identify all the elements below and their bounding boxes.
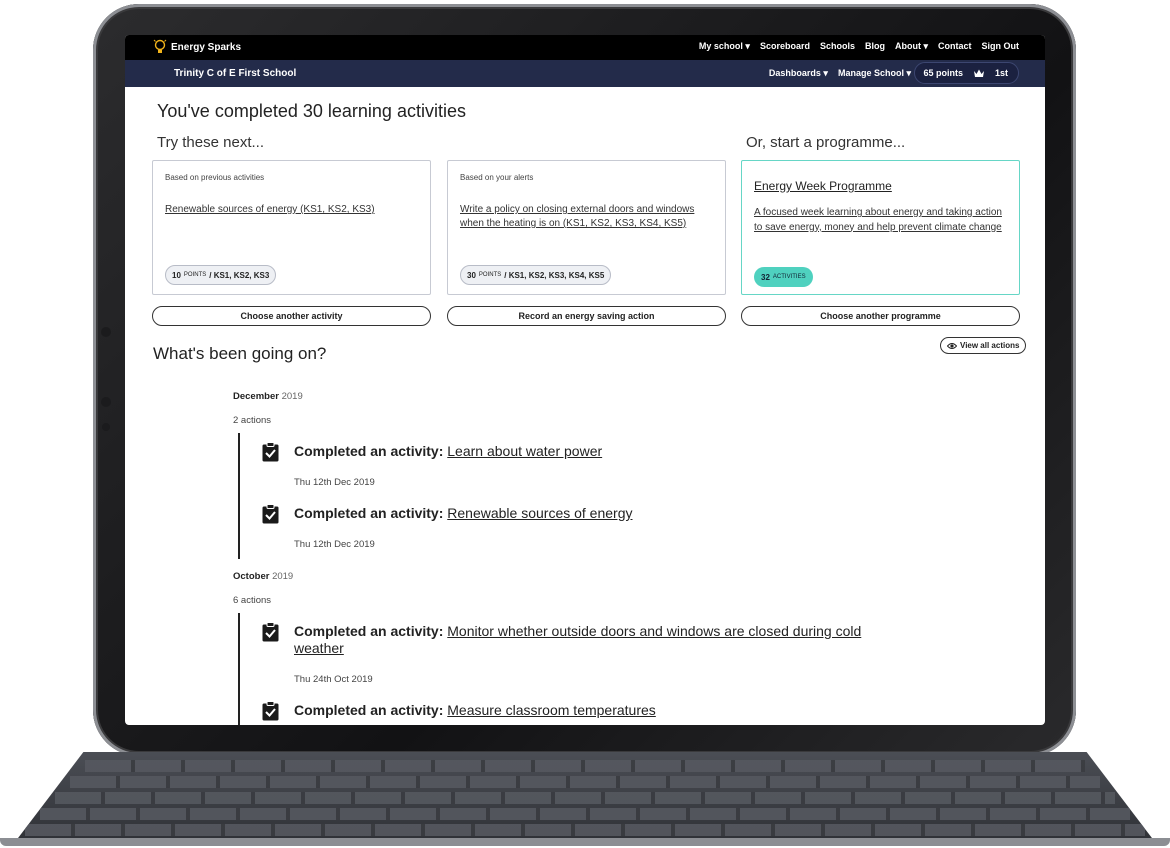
nav-schools[interactable]: Schools bbox=[820, 41, 855, 52]
programme-link[interactable]: Energy Week Programme bbox=[754, 179, 892, 193]
activity-link[interactable]: Write a policy on closing external doors… bbox=[460, 203, 713, 231]
points-number: 30 bbox=[467, 270, 476, 280]
activities-count: 32 bbox=[761, 272, 770, 282]
school-nav: Dashboards ▾ Manage School ▾ bbox=[769, 68, 911, 79]
clipboard-check-icon bbox=[262, 622, 279, 642]
top-navbar: Energy Sparks My school ▾ Scoreboard Sch… bbox=[125, 35, 1045, 60]
view-all-label: View all actions bbox=[960, 341, 1020, 350]
entry-prefix: Completed an activity: bbox=[294, 702, 444, 718]
month-heading: December 2019 bbox=[233, 391, 303, 402]
choose-activity-button[interactable]: Choose another activity bbox=[152, 306, 431, 326]
keyboard bbox=[15, 752, 1155, 842]
activity-link[interactable]: Renewable sources of energy (KS1, KS2, K… bbox=[165, 203, 418, 217]
programme-heading: Or, start a programme... bbox=[746, 134, 906, 151]
actions-count: 2 actions bbox=[233, 415, 272, 426]
timeline-line bbox=[238, 613, 240, 725]
entry-text: Completed an activity: Learn about water… bbox=[294, 443, 942, 460]
programme-card: Energy Week Programme A focused week lea… bbox=[741, 160, 1020, 295]
activities-word: ACTIVITIES bbox=[772, 274, 806, 280]
activities-badge: 32 ACTIVITIES bbox=[754, 267, 813, 287]
rank-value: 1st bbox=[994, 68, 1008, 78]
key-stages: / KS1, KS2, KS3 bbox=[209, 270, 270, 280]
nav-blog[interactable]: Blog bbox=[865, 41, 885, 52]
timeline-line bbox=[238, 433, 240, 559]
nav-contact[interactable]: Contact bbox=[938, 41, 972, 52]
entry-link[interactable]: Measure classroom temperatures bbox=[447, 702, 656, 718]
key-stages: / KS1, KS2, KS3, KS4, KS5 bbox=[504, 270, 605, 280]
points-badge[interactable]: 65 points 1st bbox=[914, 62, 1019, 84]
clipboard-check-icon bbox=[262, 442, 279, 462]
points-badge: 10 POINTS / KS1, KS2, KS3 bbox=[165, 265, 277, 285]
activity-card: Based on previous activities Renewable s… bbox=[152, 160, 431, 295]
nav-my-school[interactable]: My school ▾ bbox=[699, 41, 750, 52]
entry-prefix: Completed an activity: bbox=[294, 505, 444, 521]
card-label: Based on previous activities bbox=[165, 173, 265, 182]
month-name: October bbox=[233, 571, 270, 582]
entry-link[interactable]: Renewable sources of energy bbox=[447, 505, 632, 521]
keyboard-base bbox=[0, 838, 1170, 846]
brand[interactable]: Energy Sparks bbox=[153, 39, 241, 55]
entry-date: Thu 12th Dec 2019 bbox=[294, 477, 375, 488]
timeline-heading: What's been going on? bbox=[153, 344, 327, 363]
clipboard-check-icon bbox=[262, 504, 279, 524]
entry-date: Thu 12th Dec 2019 bbox=[294, 539, 375, 550]
month-name: December bbox=[233, 391, 279, 402]
entry-prefix: Completed an activity: bbox=[294, 443, 444, 459]
month-year: 2019 bbox=[272, 571, 294, 582]
camera-dot bbox=[102, 423, 110, 431]
screen: Energy Sparks My school ▾ Scoreboard Sch… bbox=[125, 35, 1045, 725]
school-navbar: Trinity C of E First School Dashboards ▾… bbox=[125, 60, 1045, 87]
points-word: POINTS bbox=[478, 272, 502, 278]
school-name[interactable]: Trinity C of E First School bbox=[174, 68, 296, 79]
entry-link[interactable]: Learn about water power bbox=[447, 443, 602, 459]
top-nav: My school ▾ Scoreboard Schools Blog Abou… bbox=[699, 41, 1019, 52]
crown-icon bbox=[973, 69, 984, 77]
choose-programme-button[interactable]: Choose another programme bbox=[741, 306, 1020, 326]
points-number: 10 bbox=[172, 270, 181, 280]
record-action-button[interactable]: Record an energy saving action bbox=[447, 306, 726, 326]
nav-scoreboard[interactable]: Scoreboard bbox=[760, 41, 810, 52]
entry-text: Completed an activity: Monitor whether o… bbox=[294, 623, 882, 657]
camera-dot bbox=[101, 397, 111, 407]
camera-dot bbox=[101, 327, 111, 337]
card-label: Based on your alerts bbox=[460, 173, 534, 182]
nav-dashboards[interactable]: Dashboards ▾ bbox=[769, 68, 828, 79]
brand-name: Energy Sparks bbox=[171, 41, 242, 53]
entry-date: Thu 24th Oct 2019 bbox=[294, 674, 373, 685]
clipboard-check-icon bbox=[262, 701, 279, 721]
points-value: 65 points bbox=[923, 68, 963, 78]
lightbulb-icon bbox=[153, 39, 167, 53]
nav-about[interactable]: About ▾ bbox=[895, 41, 928, 52]
view-all-actions-button[interactable]: View all actions bbox=[940, 337, 1027, 354]
eye-icon bbox=[947, 342, 957, 349]
nav-sign-out[interactable]: Sign Out bbox=[982, 41, 1020, 52]
activity-card: Based on your alerts Write a policy on c… bbox=[447, 160, 726, 295]
programme-description[interactable]: A focused week learning about energy and… bbox=[754, 206, 1005, 235]
entry-prefix: Completed an activity: bbox=[294, 623, 444, 639]
try-next-heading: Try these next... bbox=[157, 134, 264, 151]
entry-text: Completed an activity: Measure classroom… bbox=[294, 702, 942, 719]
nav-manage-school[interactable]: Manage School ▾ bbox=[838, 68, 911, 79]
month-year: 2019 bbox=[281, 391, 303, 402]
points-badge: 30 POINTS / KS1, KS2, KS3, KS4, KS5 bbox=[460, 265, 612, 285]
actions-count: 6 actions bbox=[233, 595, 272, 606]
points-word: POINTS bbox=[183, 272, 207, 278]
month-heading: October 2019 bbox=[233, 571, 293, 582]
page-title: You've completed 30 learning activities bbox=[157, 101, 466, 121]
entry-text: Completed an activity: Renewable sources… bbox=[294, 505, 942, 522]
